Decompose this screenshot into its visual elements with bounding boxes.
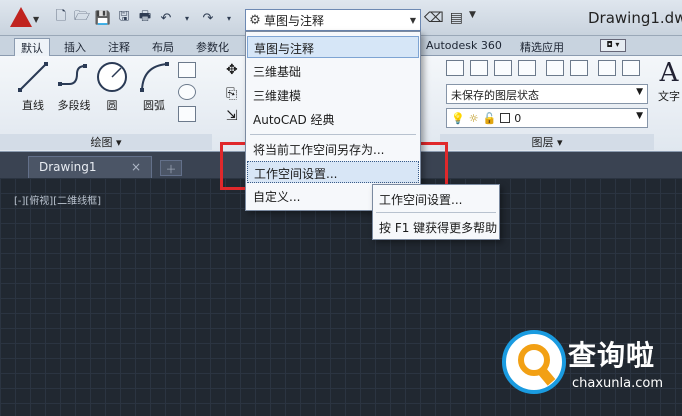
- draw-panel-title: 绘图: [90, 136, 113, 149]
- menu-item-workspace-settings[interactable]: 工作空间设置...: [247, 161, 419, 183]
- menu-separator: [250, 134, 416, 135]
- document-tab-drawing1[interactable]: Drawing1 ×: [28, 156, 152, 178]
- current-layer-value: 0: [514, 111, 522, 125]
- eraser-icon[interactable]: ⌫: [424, 10, 444, 26]
- watermark: 查询啦 chaxunla.com: [500, 326, 676, 398]
- redo-icon[interactable]: ↷: [199, 9, 217, 27]
- arc-tool-label: 圆弧: [143, 99, 165, 112]
- chevron-down-icon[interactable]: ▼: [469, 10, 476, 26]
- layer-merge-icon[interactable]: [598, 60, 616, 76]
- sun-icon: ☼: [468, 111, 479, 125]
- tooltip-title: 工作空间设置...: [379, 193, 463, 207]
- layer-match-icon[interactable]: [518, 60, 536, 76]
- quick-access-toolbar: 🗋 🗁 💾 🖫 🖶 ↶ ▾ ↷ ▾: [52, 9, 238, 27]
- layers-panel-title: 图层: [531, 136, 554, 149]
- close-icon[interactable]: ×: [131, 160, 141, 174]
- tab-featured-apps[interactable]: 精选应用: [514, 38, 570, 56]
- save-as-icon[interactable]: 🖫: [115, 9, 133, 27]
- workspace-current-label: 草图与注释: [264, 13, 325, 28]
- undo-dropdown-icon[interactable]: ▾: [178, 9, 196, 27]
- menu-item-3d-modeling[interactable]: 三维建模: [247, 84, 419, 106]
- watermark-title: 查询啦: [568, 339, 656, 372]
- tab-insert[interactable]: 插入: [58, 38, 92, 56]
- document-title: Drawing1.dwg: [588, 9, 682, 27]
- polyline-tool-label: 多段线: [57, 99, 91, 112]
- new-file-icon[interactable]: 🗋: [52, 9, 70, 27]
- arc-icon: [137, 60, 171, 94]
- layer-state-value: 未保存的图层状态: [451, 89, 539, 102]
- layer-walk-icon[interactable]: [570, 60, 588, 76]
- ribbon-minimize-toggle[interactable]: ◘ ▾: [600, 39, 626, 52]
- layer-freeze-icon[interactable]: [470, 60, 488, 76]
- new-tab-button[interactable]: ＋: [160, 160, 182, 176]
- line-tool[interactable]: 直线: [14, 60, 52, 113]
- tab-annotate[interactable]: 注释: [102, 38, 136, 56]
- workspace-settings-tooltip: 工作空间设置... 按 F1 键获得更多帮助: [372, 184, 500, 240]
- menu-item-autocad-classic[interactable]: AutoCAD 经典: [247, 108, 419, 130]
- chevron-down-icon: ▼: [636, 87, 643, 97]
- print-icon[interactable]: 🖶: [136, 9, 154, 27]
- unlock-icon: 🔓: [482, 111, 497, 125]
- circle-tool[interactable]: 圆: [94, 60, 130, 113]
- layers-panel-footer[interactable]: 图层 ▾: [440, 134, 654, 150]
- polyline-icon: [57, 60, 91, 94]
- chevron-down-icon: ▼: [33, 15, 40, 24]
- text-tool-label: 文字: [658, 90, 680, 103]
- document-tab-label: Drawing1: [39, 160, 97, 174]
- color-swatch: [500, 113, 511, 123]
- menu-item-save-workspace-as[interactable]: 将当前工作空间另存为...: [247, 138, 419, 160]
- chevron-down-icon: ▼: [409, 15, 417, 25]
- tooltip-separator: [376, 212, 496, 213]
- tab-home[interactable]: 默认: [14, 38, 50, 56]
- tab-layout[interactable]: 布局: [146, 38, 180, 56]
- open-folder-icon[interactable]: 🗁: [73, 9, 91, 27]
- arc-tool[interactable]: 圆弧: [136, 60, 172, 113]
- tab-autodesk-360[interactable]: Autodesk 360: [420, 38, 508, 56]
- line-tool-label: 直线: [22, 99, 44, 112]
- layer-lock-icon[interactable]: [494, 60, 512, 76]
- tooltip-help-text: 按 F1 键获得更多帮助: [379, 221, 498, 235]
- gear-icon: ⚙: [249, 12, 261, 28]
- layer-delete-icon[interactable]: [622, 60, 640, 76]
- lightbulb-icon: 💡: [451, 111, 465, 125]
- draw-panel-footer[interactable]: 绘图 ▾: [0, 134, 212, 150]
- chaxunla-logo-icon: [502, 330, 566, 394]
- current-layer-dropdown[interactable]: 💡 ☼ 🔓 0 ▼: [446, 108, 648, 128]
- ellipse-icon[interactable]: [178, 84, 196, 100]
- line-icon: [16, 60, 50, 94]
- layer-state-dropdown[interactable]: 未保存的图层状态 ▼: [446, 84, 648, 104]
- rectangle-icon[interactable]: [178, 62, 196, 78]
- layer-properties-icon[interactable]: [446, 60, 464, 76]
- logo-tail: [538, 368, 556, 386]
- move-icon[interactable]: ✥: [226, 62, 238, 78]
- circle-icon: [95, 60, 129, 94]
- menu-item-3d-basics[interactable]: 三维基础: [247, 60, 419, 82]
- redo-dropdown-icon[interactable]: ▾: [220, 9, 238, 27]
- undo-icon[interactable]: ↶: [157, 9, 175, 27]
- viewport-controls-label[interactable]: [-][俯视][二维线框]: [14, 192, 101, 207]
- layer-isolate-icon[interactable]: [546, 60, 564, 76]
- tab-parametric[interactable]: 参数化: [190, 38, 235, 56]
- application-menu-button[interactable]: ▼: [6, 5, 40, 31]
- save-icon[interactable]: 💾: [94, 9, 112, 27]
- polyline-tool[interactable]: 多段线: [52, 60, 96, 113]
- text-icon: A: [659, 58, 679, 88]
- workspace-switcher[interactable]: ⚙ 草图与注释 ▼: [245, 9, 421, 31]
- title-toolbar-extra: ⌫ ▤ ▼: [424, 10, 476, 26]
- stretch-icon[interactable]: ⇲: [226, 108, 238, 124]
- autocad-logo-icon: [10, 7, 32, 27]
- chevron-down-icon: ▼: [636, 111, 643, 121]
- text-tool[interactable]: A 文字: [654, 58, 682, 104]
- copy-icon[interactable]: ⎘: [226, 86, 237, 102]
- sheet-icon[interactable]: ▤: [450, 10, 463, 26]
- circle-tool-label: 圆: [106, 99, 118, 112]
- watermark-url: chaxunla.com: [572, 376, 663, 391]
- menu-item-drafting-annotation[interactable]: 草图与注释: [247, 36, 419, 58]
- hatch-icon[interactable]: [178, 106, 196, 122]
